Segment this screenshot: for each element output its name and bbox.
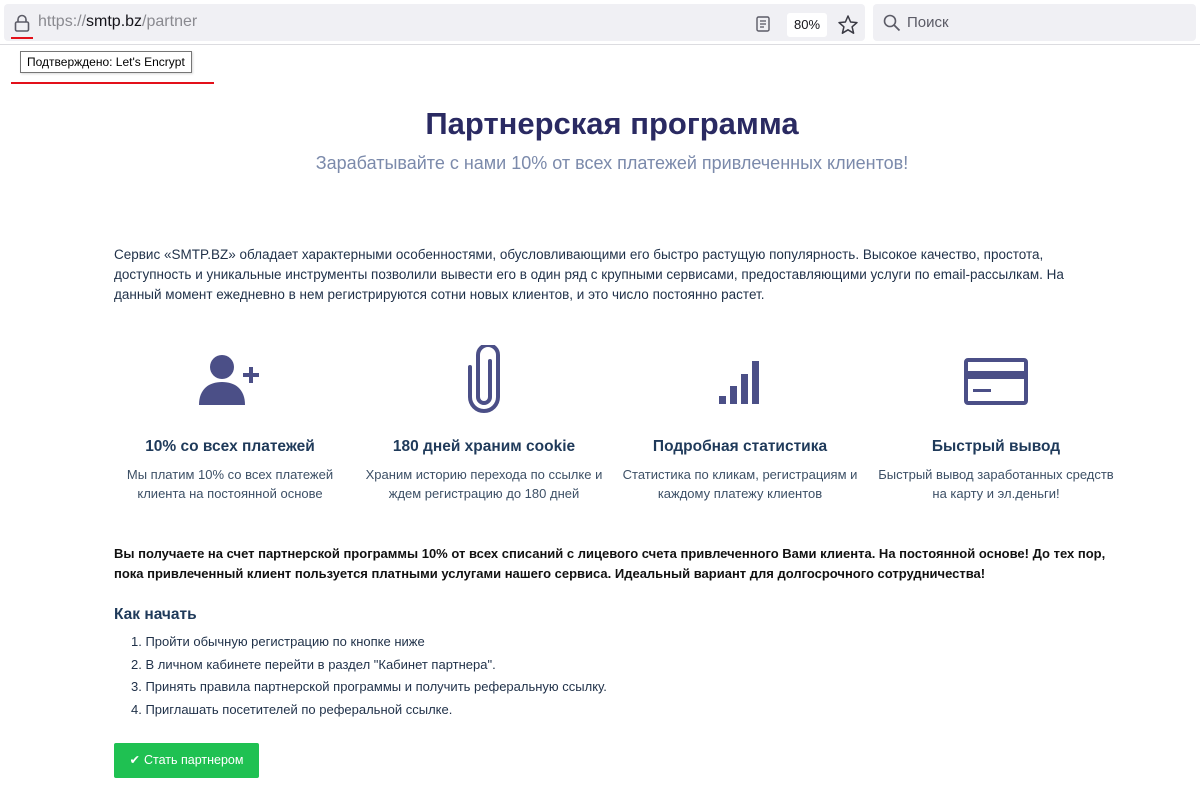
feature-card: Подробная статистика Статистика по клика…	[620, 345, 860, 503]
step-item: 4. Приглашать посетителей по реферальной…	[131, 701, 453, 717]
feature-description: Быстрый вывод заработанных средств на ка…	[878, 467, 1114, 501]
feature-description: Храним историю перехода по ссылке и ждем…	[365, 467, 603, 501]
feature-title: 180 дней храним cookie	[392, 438, 576, 455]
feature-title: Быстрый вывод	[931, 438, 1061, 455]
feature-card: Быстрый вывод Быстрый вывод заработанных…	[876, 345, 1116, 503]
certificate-tooltip: Подтверждено: Let's Encrypt	[20, 51, 192, 73]
how-to-start-heading: Как начать	[114, 606, 197, 623]
bookmark-star-icon[interactable]	[837, 14, 859, 36]
step-item: 1. Пройти обычную регистрацию по кнопке …	[131, 634, 425, 649]
partner-info-text: Вы получаете на счет партнерской програм…	[114, 546, 1106, 581]
lock-icon[interactable]	[14, 14, 30, 32]
address-bar[interactable]: https://smtp.bz/partner 80%	[4, 4, 865, 41]
page-subtitle: Зарабатывайте с нами 10% от всех платеже…	[315, 153, 909, 173]
url-path: /partner	[142, 13, 198, 30]
credit-card-icon	[964, 358, 1028, 405]
intro-paragraph: Сервис «SMTP.BZ» обладает характерными о…	[114, 247, 1064, 302]
add-user-icon	[199, 355, 259, 405]
search-placeholder: Поиск	[907, 14, 949, 31]
paperclip-icon	[468, 345, 500, 413]
zoom-indicator[interactable]: 80%	[787, 13, 827, 37]
become-partner-button[interactable]: ✔ Стать партнером	[114, 743, 259, 778]
checkmark-icon: ✔	[129, 753, 140, 767]
url-text[interactable]: https://smtp.bz/partner	[38, 13, 197, 31]
search-bar[interactable]: Поиск	[873, 4, 1196, 41]
signal-bars-icon	[719, 361, 759, 404]
reader-view-icon[interactable]	[756, 16, 770, 32]
feature-title: 10% со всех платежей	[145, 438, 315, 455]
annotation-underline	[11, 37, 33, 39]
feature-title: Подробная статистика	[652, 438, 828, 455]
url-domain: smtp.bz	[86, 13, 143, 30]
button-label: Стать партнером	[144, 753, 244, 767]
feature-card: 10% со всех платежей Мы платим 10% со вс…	[110, 345, 350, 503]
browser-toolbar: https://smtp.bz/partner 80% Поиск	[0, 0, 1200, 45]
search-icon	[883, 14, 901, 32]
annotation-underline	[11, 82, 214, 84]
step-item: 3. Принять правила партнерской программы…	[131, 679, 607, 694]
feature-description: Статистика по кликам, регистрациям и каж…	[622, 467, 858, 501]
feature-card: 180 дней храним cookie Храним историю пе…	[364, 345, 604, 503]
url-prefix: https://	[38, 13, 87, 30]
step-item: 2. В личном кабинете перейти в раздел "К…	[131, 656, 496, 672]
feature-description: Мы платим 10% со всех платежей клиента н…	[126, 467, 334, 501]
page-title: Партнерская программа	[425, 106, 799, 141]
steps-list: 1. Пройти обычную регистрацию по кнопке …	[131, 631, 607, 721]
